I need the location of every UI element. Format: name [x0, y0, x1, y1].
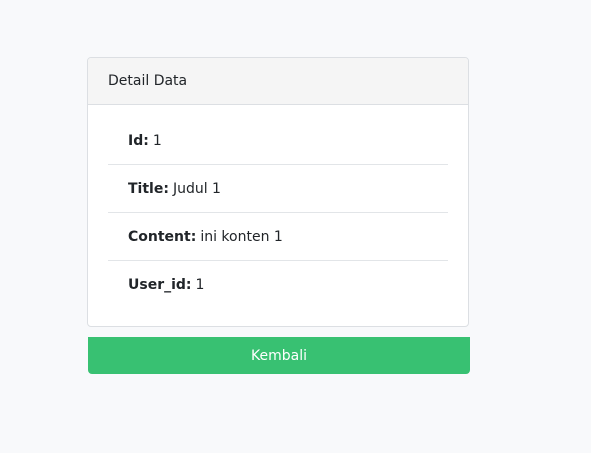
detail-value: 1: [152, 132, 162, 149]
detail-label: User_id:: [128, 276, 192, 293]
detail-list: Id: 1 Title: Judul 1 Content: ini konten…: [108, 117, 448, 308]
detail-label: Title:: [128, 180, 169, 197]
detail-value: 1: [195, 276, 205, 293]
detail-value: Judul 1: [172, 180, 221, 197]
detail-label: Content:: [128, 228, 197, 245]
card-body: Id: 1 Title: Judul 1 Content: ini konten…: [88, 105, 468, 326]
detail-card: Detail Data Id: 1 Title: Judul 1 Content…: [87, 57, 469, 327]
back-button[interactable]: Kembali: [88, 337, 470, 374]
card-title: Detail Data: [108, 73, 188, 89]
detail-row-content: Content: ini konten 1: [108, 212, 448, 260]
detail-label: Id:: [128, 132, 149, 149]
detail-row-id: Id: 1: [108, 117, 448, 164]
detail-row-user-id: User_id: 1: [108, 260, 448, 308]
detail-row-title: Title: Judul 1: [108, 164, 448, 212]
detail-value: ini konten 1: [200, 228, 283, 245]
card-header: Detail Data: [88, 58, 468, 105]
